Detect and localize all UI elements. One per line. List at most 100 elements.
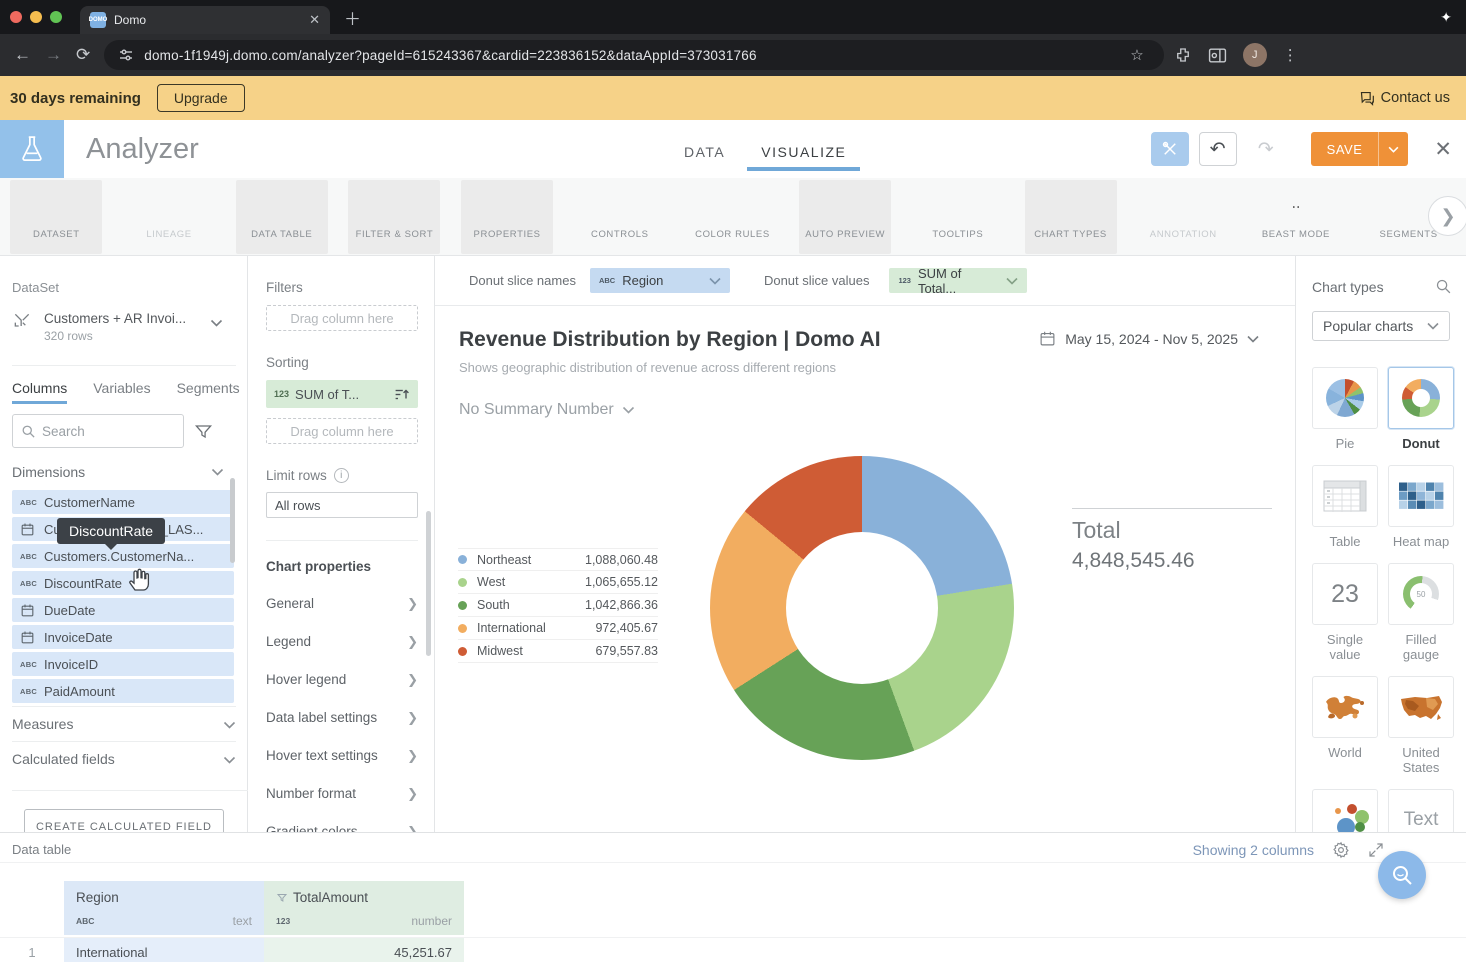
side-panel-icon[interactable] bbox=[1208, 47, 1227, 64]
ribbon-properties-button[interactable]: PROPERTIES bbox=[451, 180, 564, 254]
legend-row-west[interactable]: West1,065,655.12 bbox=[458, 571, 658, 594]
chart-type-united-states[interactable]: United States bbox=[1388, 676, 1454, 775]
slice-names-pill[interactable]: ABC Region bbox=[590, 268, 730, 293]
calculated-fields-header[interactable]: Calculated fields bbox=[12, 741, 236, 776]
redo-button[interactable]: ↷ bbox=[1247, 132, 1285, 166]
chart-type-tile[interactable] bbox=[1388, 465, 1454, 527]
tab-variables[interactable]: Variables bbox=[93, 380, 150, 404]
chart-properties-scrollbar[interactable] bbox=[426, 511, 431, 656]
address-bar[interactable]: domo-1f1949j.domo.com/analyzer?pageId=61… bbox=[104, 40, 1164, 70]
chart-type-filled-gauge[interactable]: Filled gauge bbox=[1388, 563, 1454, 662]
gear-icon[interactable] bbox=[1332, 841, 1350, 859]
ribbon-tooltips-button[interactable]: TOOLTIPS bbox=[902, 180, 1015, 254]
chart-type-tile[interactable] bbox=[1388, 367, 1454, 429]
dimension-item-duedate[interactable]: DueDate bbox=[12, 598, 234, 622]
legend-row-international[interactable]: International972,405.67 bbox=[458, 617, 658, 640]
dimension-item-customers-customerna-[interactable]: ABCCustomers.CustomerNa... bbox=[12, 544, 234, 568]
window-controls[interactable] bbox=[10, 11, 62, 23]
reload-button[interactable]: ⟳ bbox=[76, 45, 90, 65]
maximize-window-button[interactable] bbox=[50, 11, 62, 23]
ribbon-dataset-button[interactable]: DATASET bbox=[0, 180, 113, 254]
chart-type-single-value[interactable]: 23Single value bbox=[1312, 563, 1378, 662]
legend-row-northeast[interactable]: Northeast1,088,060.48 bbox=[458, 548, 658, 571]
tab-segments[interactable]: Segments bbox=[177, 380, 240, 404]
chart-type-tile[interactable] bbox=[1388, 676, 1454, 738]
tab-visualize[interactable]: VISUALIZE bbox=[761, 138, 846, 160]
site-settings-icon[interactable] bbox=[118, 47, 134, 63]
table-row[interactable]: 1International45,251.67 bbox=[0, 937, 1466, 962]
browser-menu-icon[interactable]: ⋮ bbox=[1283, 46, 1298, 64]
summary-number-selector[interactable]: No Summary Number bbox=[459, 401, 1271, 419]
dataset-selector[interactable]: Customers + AR Invoi... 320 rows bbox=[12, 311, 247, 343]
filter-dropzone[interactable]: Drag column here bbox=[266, 305, 418, 331]
assistant-search-button[interactable] bbox=[1378, 851, 1426, 899]
back-button[interactable]: ← bbox=[14, 45, 31, 65]
chart-property-legend[interactable]: Legend❯ bbox=[266, 633, 418, 650]
chart-type-table[interactable]: Table bbox=[1312, 465, 1378, 549]
upgrade-button[interactable]: Upgrade bbox=[157, 84, 245, 112]
ribbon-scroll-right-button[interactable]: ❯ bbox=[1428, 196, 1466, 236]
expand-icon[interactable] bbox=[1368, 842, 1384, 858]
sort-dropzone[interactable]: Drag column here bbox=[266, 418, 418, 444]
chevron-down-icon[interactable] bbox=[210, 319, 223, 327]
dataset-name[interactable]: Customers + AR Invoi... bbox=[44, 311, 186, 326]
dimension-item-discountrate[interactable]: ABCDiscountRate bbox=[12, 571, 234, 595]
chart-property-data-label-settings[interactable]: Data label settings❯ bbox=[266, 709, 418, 726]
info-icon[interactable]: i bbox=[334, 468, 349, 483]
ribbon-color-rules-button[interactable]: COLOR RULES bbox=[676, 180, 789, 254]
save-dropdown-button[interactable] bbox=[1378, 132, 1408, 166]
search-icon[interactable] bbox=[1435, 278, 1452, 295]
browser-tab[interactable]: DOMO Domo ✕ bbox=[80, 6, 330, 34]
chart-type-tile[interactable]: 23 bbox=[1312, 563, 1378, 625]
ribbon-auto-preview-button[interactable]: AUTO PREVIEW bbox=[789, 180, 902, 254]
sort-field-pill[interactable]: 123 SUM of T... bbox=[266, 380, 418, 408]
chart-type-tile[interactable] bbox=[1312, 465, 1378, 527]
chart-type-heat-map[interactable]: Heat map bbox=[1388, 465, 1454, 549]
tab-data[interactable]: DATA bbox=[684, 138, 725, 160]
dimension-item-paidamount[interactable]: ABCPaidAmount bbox=[12, 679, 234, 703]
ai-tools-button[interactable] bbox=[1151, 132, 1189, 166]
extensions-icon[interactable] bbox=[1174, 46, 1192, 64]
column-header-totalamount[interactable]: TotalAmount123number bbox=[264, 881, 464, 935]
donut-graphic[interactable] bbox=[710, 456, 1014, 760]
tab-columns[interactable]: Columns bbox=[12, 380, 67, 404]
limit-rows-input[interactable]: All rows bbox=[266, 492, 418, 518]
chart-type-textbox[interactable]: TextTextbox bbox=[1388, 789, 1454, 832]
ribbon-controls-button[interactable]: CONTROLS bbox=[563, 180, 676, 254]
chart-category-dropdown[interactable]: Popular charts bbox=[1312, 311, 1450, 341]
url-text[interactable]: domo-1f1949j.domo.com/analyzer?pageId=61… bbox=[144, 48, 756, 63]
ribbon-beast-mode-button[interactable]: BEAST MODE bbox=[1240, 180, 1353, 254]
undo-button[interactable]: ↶ bbox=[1199, 132, 1237, 166]
chart-type-world[interactable]: World bbox=[1312, 676, 1378, 775]
column-header-region[interactable]: RegionABCtext bbox=[64, 881, 264, 935]
chart-type-tile[interactable]: Text bbox=[1388, 789, 1454, 832]
column-filter-icon[interactable] bbox=[194, 422, 213, 441]
sparkle-icon[interactable]: ✦ bbox=[1440, 9, 1452, 26]
forward-button[interactable]: → bbox=[45, 45, 62, 65]
search-input[interactable] bbox=[42, 424, 162, 439]
minimize-window-button[interactable] bbox=[30, 11, 42, 23]
chart-property-hover-legend[interactable]: Hover legend❯ bbox=[266, 671, 418, 688]
chart-type-tile[interactable] bbox=[1312, 789, 1378, 832]
legend-row-south[interactable]: South1,042,866.36 bbox=[458, 594, 658, 617]
chart-type-scatter[interactable]: Scatter bbox=[1312, 789, 1378, 832]
legend-row-midwest[interactable]: Midwest679,557.83 bbox=[458, 640, 658, 663]
dimensions-scrollbar[interactable] bbox=[230, 478, 235, 563]
chart-type-tile[interactable] bbox=[1312, 676, 1378, 738]
ribbon-chart-types-button[interactable]: CHART TYPES bbox=[1014, 180, 1127, 254]
slice-values-pill[interactable]: 123 SUM of Total... bbox=[889, 268, 1027, 293]
close-analyzer-button[interactable]: ✕ bbox=[1434, 137, 1452, 162]
dimensions-header[interactable]: Dimensions bbox=[12, 464, 224, 480]
chart-property-number-format[interactable]: Number format❯ bbox=[266, 785, 418, 802]
profile-avatar[interactable]: J bbox=[1243, 43, 1267, 67]
chart-type-pie[interactable]: Pie bbox=[1312, 367, 1378, 451]
date-range-selector[interactable]: May 15, 2024 - Nov 5, 2025 bbox=[1039, 330, 1259, 347]
dimension-item-invoicedate[interactable]: InvoiceDate bbox=[12, 625, 234, 649]
chart-type-donut[interactable]: Donut bbox=[1388, 367, 1454, 451]
close-window-button[interactable] bbox=[10, 11, 22, 23]
ribbon-filter-sort-button[interactable]: FILTER & SORT bbox=[338, 180, 451, 254]
chart-type-tile[interactable] bbox=[1312, 367, 1378, 429]
bookmark-star-icon[interactable]: ☆ bbox=[1130, 46, 1143, 64]
new-tab-button[interactable]: ＋ bbox=[344, 5, 361, 30]
measures-header[interactable]: Measures bbox=[12, 706, 236, 741]
